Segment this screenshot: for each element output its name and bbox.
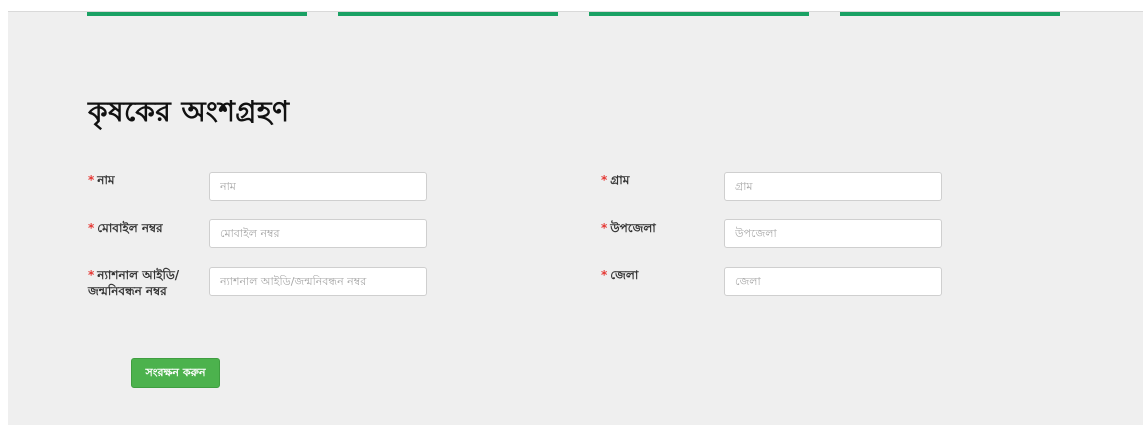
name-label-text: নাম (97, 173, 115, 187)
nid-label-text: ন্যাশনাল আইডি/ জন্মনিবন্ধন নম্বর (88, 268, 180, 298)
required-mark: * (88, 173, 95, 187)
save-button[interactable]: সংরক্ষন করুন (131, 358, 220, 388)
district-input[interactable] (724, 267, 942, 296)
page-title: কৃষকের অংশগ্রহণ (88, 95, 290, 128)
nid-input[interactable] (209, 267, 427, 296)
progress-step-3 (589, 12, 809, 16)
upazila-label: * উপজেলা (601, 220, 716, 236)
village-input[interactable] (724, 172, 942, 201)
required-mark: * (601, 268, 608, 282)
name-label: * নাম (88, 172, 203, 188)
progress-step-2 (338, 12, 558, 16)
mobile-label: * মোবাইল নম্বর (88, 220, 203, 236)
mobile-label-text: মোবাইল নম্বর (97, 221, 163, 235)
required-mark: * (88, 268, 95, 282)
upazila-label-text: উপজেলা (610, 221, 656, 235)
progress-step-1 (87, 12, 307, 16)
required-mark: * (601, 173, 608, 187)
district-label: * জেলা (601, 267, 716, 283)
nid-label: * ন্যাশনাল আইডি/ জন্মনিবন্ধন নম্বর (88, 267, 203, 299)
upazila-input[interactable] (724, 219, 942, 248)
district-label-text: জেলা (610, 268, 639, 282)
progress-step-4 (840, 12, 1060, 16)
village-label: * গ্রাম (601, 172, 716, 188)
village-label-text: গ্রাম (610, 173, 630, 187)
name-input[interactable] (209, 172, 427, 201)
required-mark: * (88, 221, 95, 235)
mobile-input[interactable] (209, 219, 427, 248)
required-mark: * (601, 221, 608, 235)
